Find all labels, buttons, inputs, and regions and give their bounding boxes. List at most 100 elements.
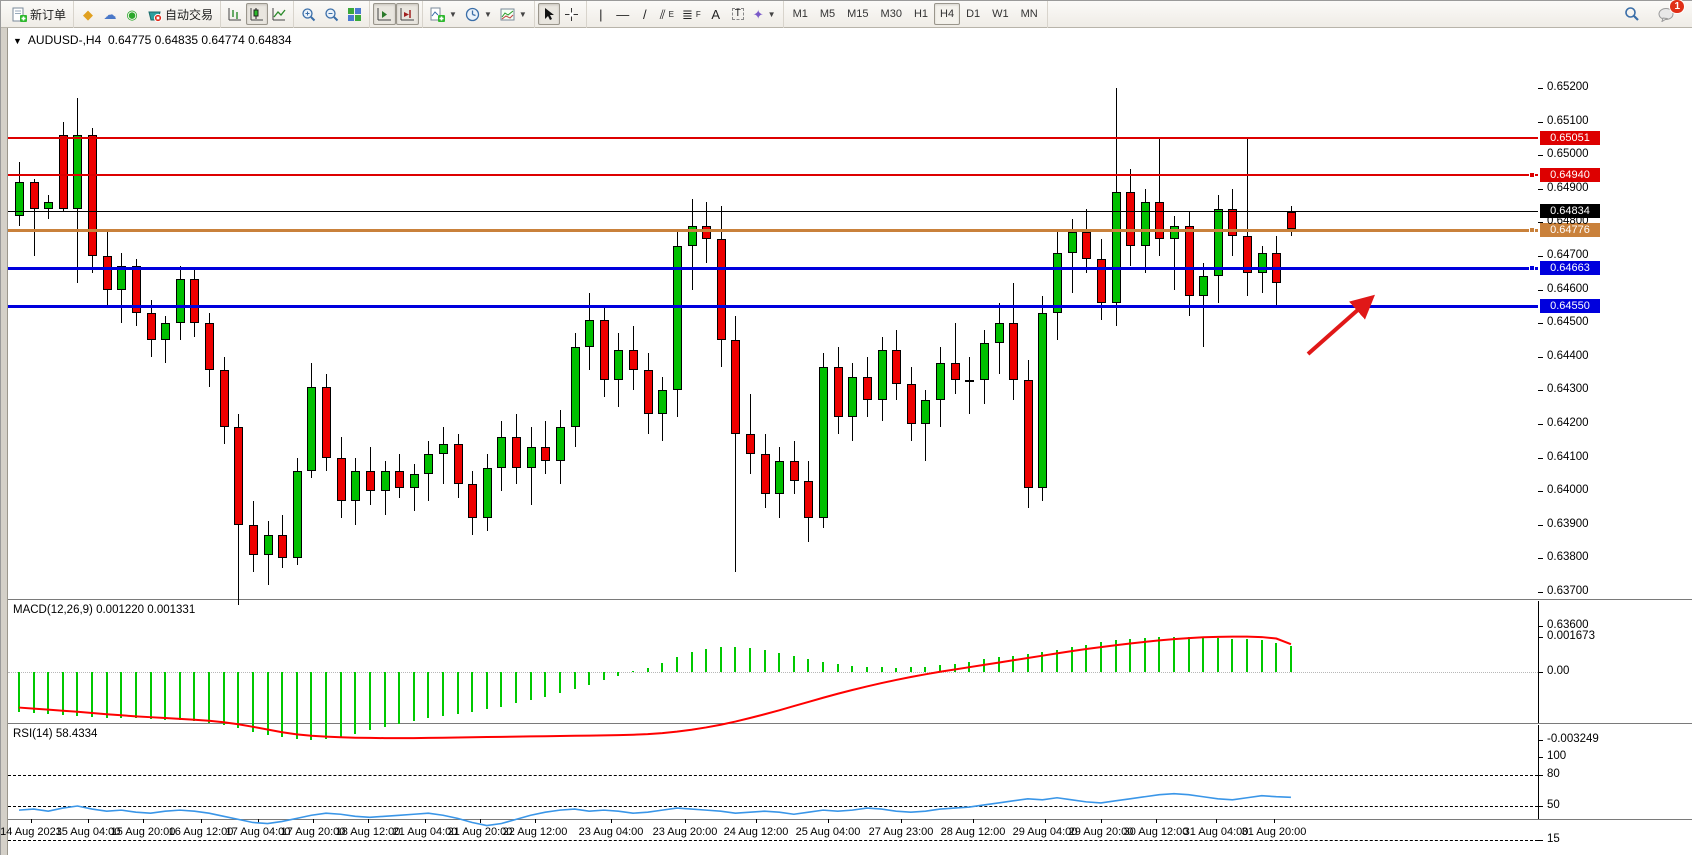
auto-trading-button[interactable]: 自动交易: [143, 3, 217, 25]
price-level-line[interactable]: [8, 174, 1538, 176]
y-tick-mark: [1538, 626, 1543, 627]
candle-wick: [414, 464, 415, 511]
candle-body: [424, 454, 433, 474]
macd-histogram-bar: [500, 672, 502, 707]
channel-button[interactable]: ⫽E: [656, 3, 678, 25]
timeframe-m1[interactable]: M1: [787, 3, 814, 25]
timeframe-h1[interactable]: H1: [908, 3, 934, 25]
arrows-button[interactable]: ✦▼: [749, 3, 780, 25]
market-watch-button[interactable]: ◆: [77, 3, 99, 25]
search-button[interactable]: [1620, 3, 1644, 25]
auto-scroll-button[interactable]: [396, 3, 419, 25]
candle-body: [147, 313, 156, 340]
macd-histogram-bar: [1144, 638, 1146, 672]
y-tick-label: 0.65000: [1547, 148, 1589, 160]
macd-histogram-bar: [793, 656, 795, 672]
macd-histogram-bar: [983, 659, 985, 672]
macd-histogram-bar: [150, 672, 152, 719]
price-level-badge: 0.65051: [1540, 131, 1600, 145]
candle-body: [951, 363, 960, 380]
tile-windows-icon: [347, 7, 362, 22]
candle-body: [834, 367, 843, 417]
timeframe-mn[interactable]: MN: [1015, 3, 1044, 25]
notification-badge: 1: [1669, 0, 1685, 14]
new-order-button[interactable]: 新订单: [8, 3, 70, 25]
fibonacci-button[interactable]: ≣F: [678, 3, 705, 25]
chart-window[interactable]: ▼AUDUSD-,H4 0.64775 0.64835 0.64774 0.64…: [1, 28, 1692, 855]
macd-tick-label: 0.00: [1547, 665, 1569, 677]
text-button[interactable]: A: [705, 3, 727, 25]
candle-body: [351, 471, 360, 501]
price-level-line[interactable]: [8, 305, 1538, 308]
candle-body: [497, 437, 506, 467]
price-level-line[interactable]: [8, 267, 1538, 270]
macd-histogram-bar: [1246, 639, 1248, 672]
bar-chart-button[interactable]: [224, 3, 246, 25]
x-tick-label: 16 Aug 12:00: [169, 826, 234, 838]
candlestick-button[interactable]: [246, 3, 268, 25]
candle-body: [293, 471, 302, 558]
macd-histogram-bar: [837, 664, 839, 672]
hline-button[interactable]: —: [612, 3, 634, 25]
chart-symbol-period: AUDUSD-,H4: [28, 33, 101, 47]
candle-body: [190, 279, 199, 323]
zoom-out-button[interactable]: [320, 3, 343, 25]
macd-panel-separator[interactable]: [8, 599, 1692, 601]
macd-histogram-bar: [998, 657, 1000, 672]
periods-button[interactable]: ▼: [461, 3, 496, 25]
candle-body: [1185, 226, 1194, 297]
x-tick-mark: [313, 819, 314, 823]
x-tick-mark: [1156, 819, 1157, 823]
search-icon: [1624, 6, 1640, 22]
templates-button[interactable]: ▼: [496, 3, 531, 25]
macd-histogram-bar: [881, 667, 883, 672]
macd-histogram-bar: [1115, 640, 1117, 672]
fibonacci-icon: ≣: [682, 8, 693, 21]
timeframe-m5[interactable]: M5: [814, 3, 841, 25]
y-tick-mark: [1538, 256, 1543, 257]
vline-button[interactable]: |: [590, 3, 612, 25]
candle-body: [1199, 276, 1208, 296]
notifications-button[interactable]: 1: [1654, 3, 1679, 25]
shapes-icon: ✦: [753, 8, 764, 21]
rsi-tick-label: 50: [1547, 799, 1560, 811]
x-tick-mark: [258, 819, 259, 823]
price-level-line[interactable]: [8, 137, 1538, 139]
timeframe-m15[interactable]: M15: [841, 3, 874, 25]
candle-body: [1287, 212, 1296, 229]
indicators-button[interactable]: ▼: [426, 3, 461, 25]
x-tick-label: 15 Aug 20:00: [111, 826, 176, 838]
chart-title-collapse-icon[interactable]: ▼: [13, 36, 22, 46]
chart-shift-button[interactable]: [373, 3, 396, 25]
x-tick-mark: [368, 819, 369, 823]
text-label-button[interactable]: T: [727, 3, 749, 25]
timeframe-h4[interactable]: H4: [934, 3, 960, 25]
macd-histogram-bar: [603, 672, 605, 680]
rsi-tick-mark: [1538, 775, 1543, 776]
y-tick-label: 0.63600: [1547, 619, 1589, 631]
window-left-splitter[interactable]: [1, 28, 8, 855]
timeframe-d1[interactable]: D1: [960, 3, 986, 25]
y-tick-label: 0.64600: [1547, 283, 1589, 295]
price-level-line[interactable]: [8, 211, 1538, 212]
trendline-button[interactable]: /: [634, 3, 656, 25]
rsi-tick-mark: [1538, 840, 1543, 841]
price-level-line[interactable]: [8, 229, 1538, 232]
macd-histogram-bar: [1231, 639, 1233, 672]
crosshair-button[interactable]: [560, 3, 583, 25]
candle-body: [30, 182, 39, 209]
signals-button[interactable]: ◉: [121, 3, 143, 25]
timeframe-w1[interactable]: W1: [986, 3, 1015, 25]
macd-histogram-bar: [559, 672, 561, 693]
candle-body: [995, 323, 1004, 343]
macd-histogram-bar: [1129, 639, 1131, 672]
rsi-panel-separator[interactable]: [8, 723, 1692, 725]
profile-button[interactable]: ☁: [99, 3, 121, 25]
line-chart-button[interactable]: [268, 3, 290, 25]
timeframe-m30[interactable]: M30: [875, 3, 908, 25]
zoom-in-button[interactable]: [297, 3, 320, 25]
cursor-button[interactable]: [538, 3, 560, 25]
tile-windows-button[interactable]: [343, 3, 366, 25]
candle-body: [921, 400, 930, 424]
macd-histogram-bar: [223, 672, 225, 725]
